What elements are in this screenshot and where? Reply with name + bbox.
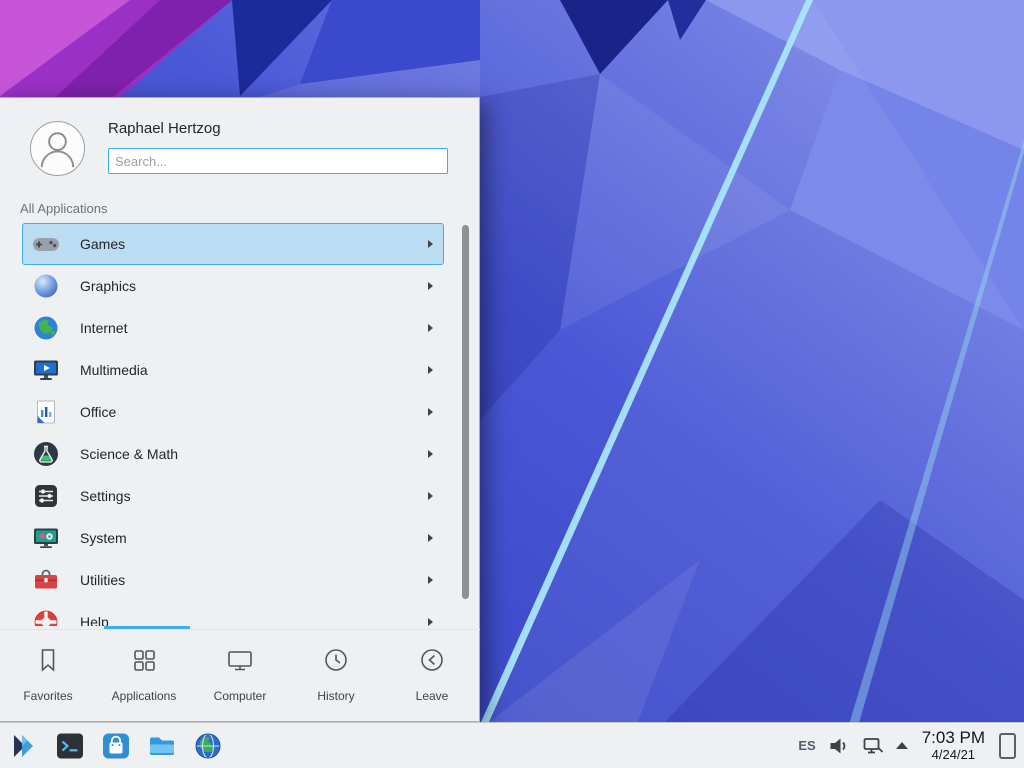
discover-icon[interactable] [100,730,132,762]
clock-time: 7:03 PM [922,729,985,748]
submenu-arrow-icon [428,282,433,290]
expand-caret-icon[interactable] [896,742,908,749]
kickoff-icon[interactable] [8,730,40,762]
category-label: Multimedia [80,362,428,378]
flask-icon [32,440,60,468]
category-label: Graphics [80,278,428,294]
gamepad-icon [32,230,60,258]
tab-favorites[interactable]: Favorites [0,630,96,723]
application-launcher-menu: Raphael Hertzog All Applications Games [0,97,480,722]
document-chart-icon [32,398,60,426]
toolbox-icon [32,566,60,594]
category-label: Games [80,236,428,252]
submenu-arrow-icon [428,408,433,416]
submenu-arrow-icon [428,450,433,458]
submenu-arrow-icon [428,492,433,500]
sphere-icon [32,272,60,300]
folder-icon[interactable] [146,730,178,762]
submenu-arrow-icon [428,534,433,542]
category-label: Utilities [80,572,428,588]
show-desktop-button[interactable] [999,733,1016,759]
category-label: Help [80,614,428,626]
desktop: Raphael Hertzog All Applications Games [0,0,1024,768]
category-label: Office [80,404,428,420]
submenu-arrow-icon [428,366,433,374]
tab-applications[interactable]: Applications [96,630,192,723]
tab-history[interactable]: History [288,630,384,723]
bookmark-icon [33,645,63,680]
grid-icon [129,645,159,680]
clock[interactable]: 7:03 PM 4/24/21 [922,729,985,762]
user-avatar[interactable] [30,121,85,176]
category-label: Science & Math [80,446,428,462]
category-games[interactable]: Games [22,223,444,265]
clock-date: 4/24/21 [922,748,985,762]
submenu-arrow-icon [428,240,433,248]
lifebuoy-icon [32,608,60,626]
category-settings[interactable]: Settings [22,475,444,517]
tab-computer[interactable]: Computer [192,630,288,723]
category-office[interactable]: Office [22,391,444,433]
category-help[interactable]: Help [22,601,444,626]
submenu-arrow-icon [428,324,433,332]
section-label: All Applications [20,201,107,216]
submenu-arrow-icon [428,618,433,626]
submenu-arrow-icon [428,576,433,584]
globe-icon [32,314,60,342]
sliders-icon [32,482,60,510]
category-internet[interactable]: Internet [22,307,444,349]
browser-globe-icon[interactable] [192,730,224,762]
taskbar: ES 7:03 PM 4/24/21 [0,722,1024,768]
category-utilities[interactable]: Utilities [22,559,444,601]
category-multimedia[interactable]: Multimedia [22,349,444,391]
launcher-tab-bar: Favorites Applications Computer [0,629,480,723]
category-system[interactable]: System [22,517,444,559]
volume-icon[interactable] [828,735,850,757]
terminal-icon[interactable] [54,730,86,762]
scrollbar-thumb[interactable] [462,225,469,599]
person-icon [31,122,84,175]
category-label: Internet [80,320,428,336]
computer-icon [225,645,255,680]
clock-icon [321,645,351,680]
category-graphics[interactable]: Graphics [22,265,444,307]
tab-leave[interactable]: Leave [384,630,480,723]
monitor-play-icon [32,356,60,384]
leave-icon [417,645,447,680]
category-label: System [80,530,428,546]
user-name: Raphael Hertzog [108,120,221,137]
category-label: Settings [80,488,428,504]
category-science-math[interactable]: Science & Math [22,433,444,475]
network-icon[interactable] [862,735,884,757]
search-input[interactable] [108,148,448,174]
category-list: Games Graphics [0,223,480,626]
keyboard-layout-indicator[interactable]: ES [798,738,815,753]
system-monitor-icon [32,524,60,552]
